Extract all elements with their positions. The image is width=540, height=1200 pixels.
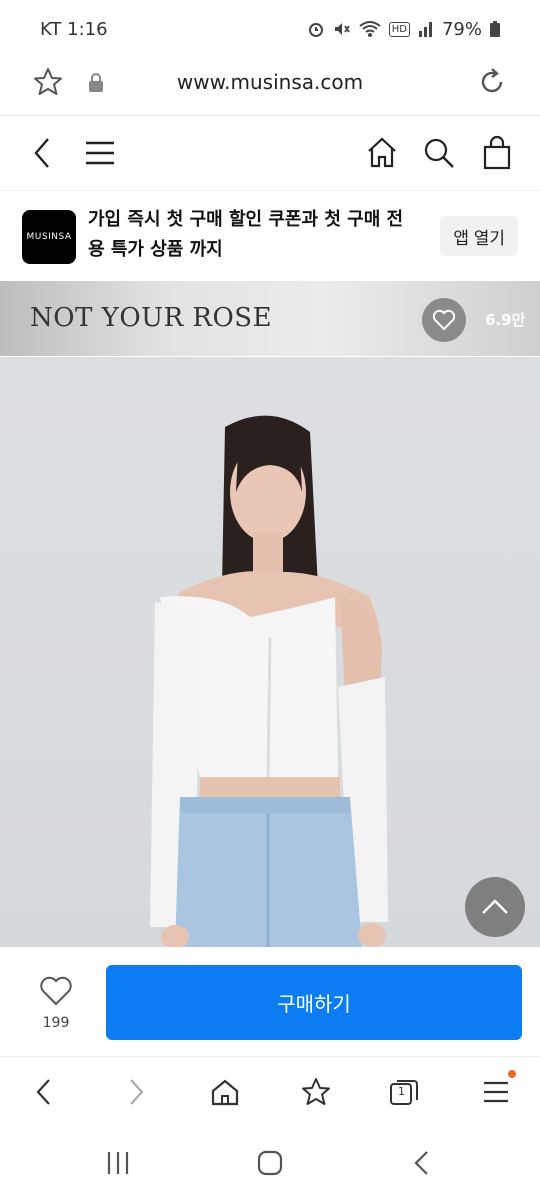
bookmark-star-icon[interactable] (300, 1076, 332, 1108)
battery-icon (490, 21, 500, 37)
url-text[interactable]: www.musinsa.com (0, 70, 540, 94)
heart-icon (432, 309, 456, 331)
scroll-top-button[interactable] (465, 877, 525, 937)
home-icon[interactable] (210, 1076, 240, 1108)
browser-url-bar: www.musinsa.com (0, 58, 540, 116)
banner-message: 가입 즉시 첫 구매 할인 쿠폰과 첫 구매 전용 특가 상품 까지 (88, 209, 404, 260)
open-app-button[interactable]: 앱 열기 (440, 216, 518, 256)
bag-icon[interactable] (482, 135, 512, 171)
hd-badge: HD (388, 21, 410, 37)
forward-icon[interactable] (124, 1076, 148, 1108)
mute-icon (334, 23, 350, 35)
menu-icon[interactable] (84, 135, 116, 171)
brand-logo[interactable]: NOT YOUR ROSE (30, 303, 272, 333)
musinsa-logo: MUSINSA (22, 210, 76, 264)
tab-count: 1 (398, 1085, 405, 1098)
site-nav-bar (0, 117, 540, 191)
alarm-icon (308, 23, 323, 37)
brand-strip[interactable]: NOT YOUR ROSE 6.9만 (0, 281, 540, 356)
back-icon[interactable] (410, 1150, 434, 1176)
model-illustration (150, 415, 388, 947)
status-icons: HD 79% (307, 19, 500, 40)
battery-percent: 79% (441, 18, 482, 40)
browser-toolbar: 1 (0, 1058, 540, 1128)
status-bar: KT 1:16 HD 79% (0, 0, 540, 58)
app-install-banner: MUSINSA 가입 즉시 첫 구매 할인 쿠폰과 첫 구매 전용 특가 상품 … (0, 192, 540, 280)
brand-like-count: 6.9만 (485, 311, 526, 329)
purchase-bar: 199 구매하기 (0, 947, 540, 1057)
system-nav-bar (0, 1128, 540, 1200)
product-image[interactable] (0, 357, 540, 947)
reload-icon[interactable] (476, 66, 508, 98)
product-like-button[interactable]: 199 (30, 975, 82, 1031)
signal-icon (418, 22, 432, 37)
heart-icon (40, 976, 72, 1006)
back-icon[interactable] (32, 1076, 56, 1108)
home-icon[interactable] (366, 135, 398, 171)
recents-icon[interactable] (104, 1150, 132, 1176)
buy-button[interactable]: 구매하기 (106, 965, 522, 1040)
search-icon[interactable] (422, 135, 456, 171)
product-like-count: 199 (42, 1015, 70, 1031)
chevron-up-icon (482, 899, 508, 914)
back-icon[interactable] (30, 135, 56, 171)
carrier-time: KT 1:16 (40, 18, 108, 40)
hamburger-icon[interactable] (482, 1076, 510, 1108)
brand-like-button[interactable] (422, 298, 466, 342)
wifi-icon (359, 21, 381, 37)
notification-dot (508, 1070, 516, 1078)
home-circle-icon[interactable] (256, 1150, 284, 1176)
tabs-button[interactable]: 1 (388, 1076, 420, 1108)
